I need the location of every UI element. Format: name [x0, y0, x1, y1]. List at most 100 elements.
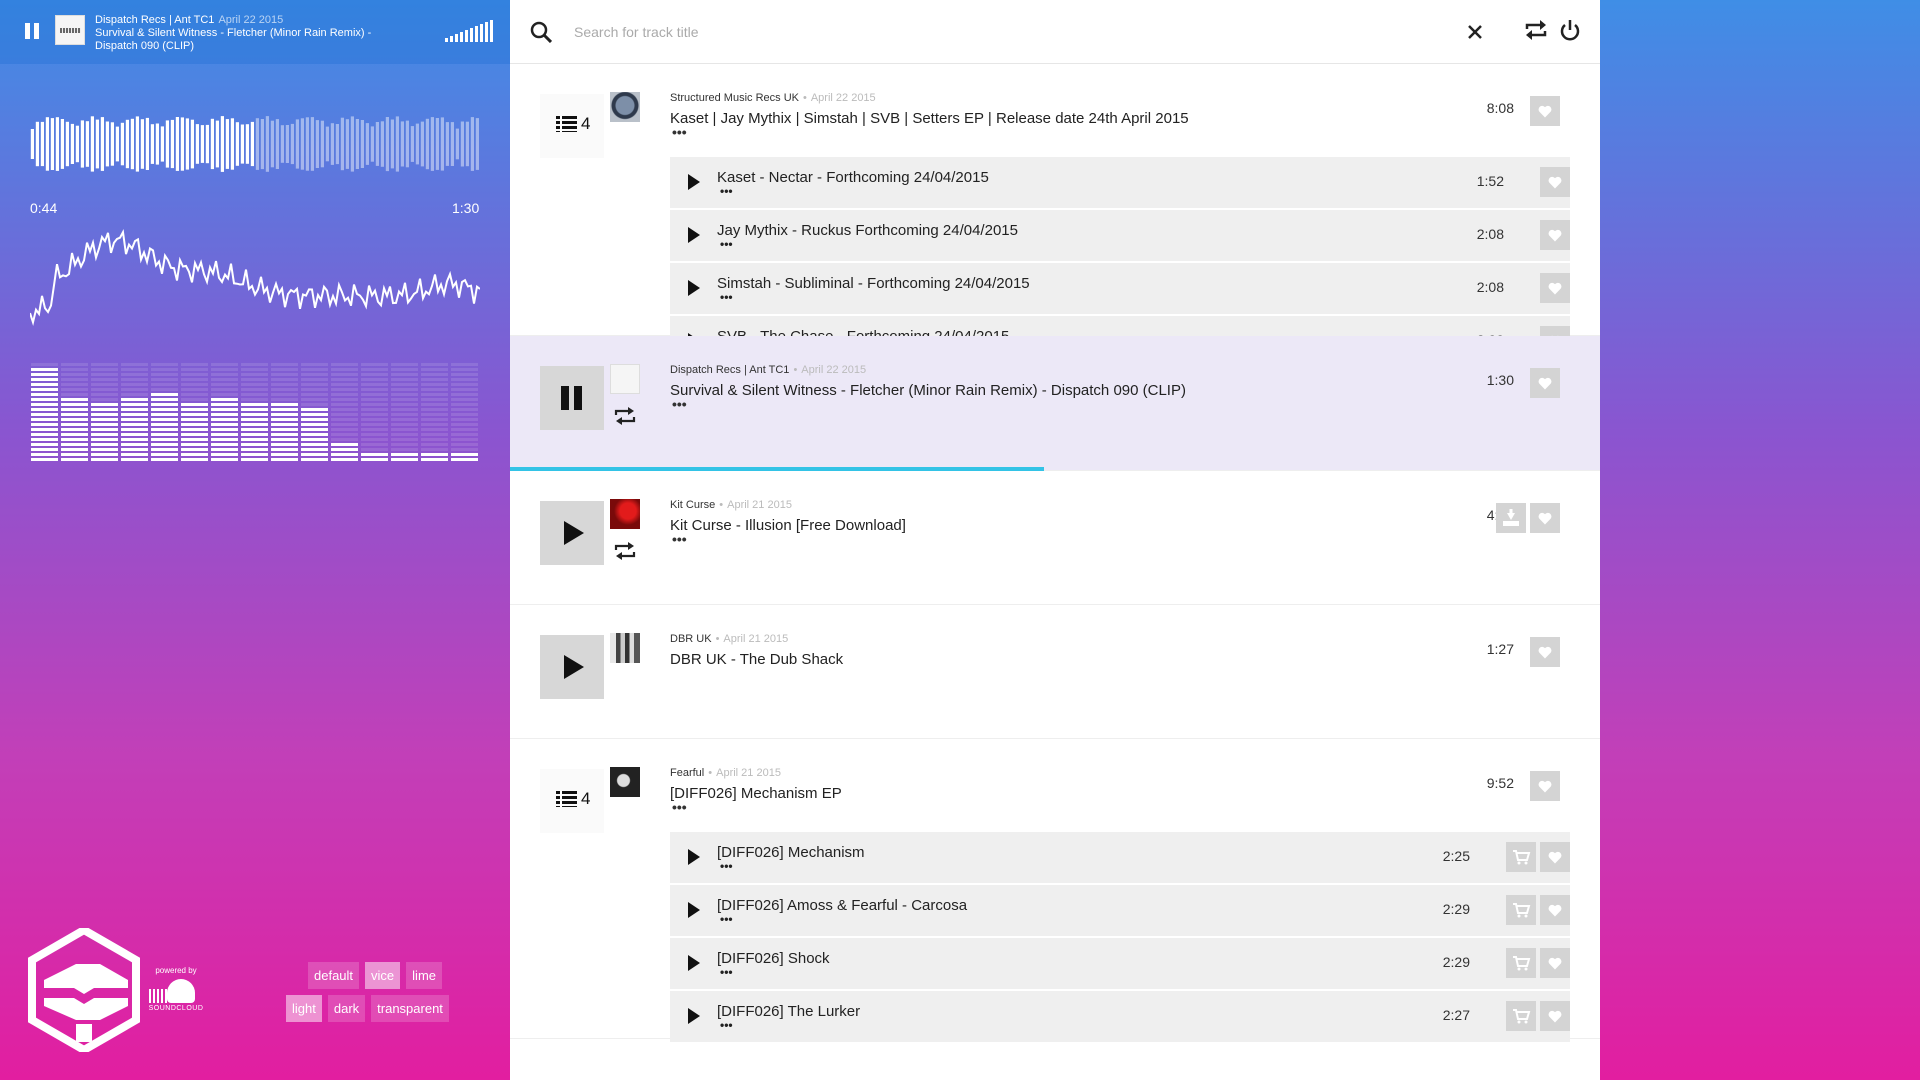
like-button[interactable] — [1540, 1001, 1570, 1031]
buy-button[interactable] — [1506, 1001, 1536, 1031]
playlist-track-row[interactable]: [DIFF026] The Lurker ••• 2:27 — [670, 991, 1570, 1042]
more-options-icon[interactable]: ••• — [720, 291, 733, 303]
playlist-track-row[interactable]: Jay Mythix - Ruckus Forthcoming 24/04/20… — [670, 210, 1570, 261]
artist-avatar[interactable] — [610, 767, 640, 797]
playlist-track-title[interactable]: [DIFF026] The Lurker — [717, 1003, 860, 1020]
equalizer-segment — [361, 408, 388, 411]
like-button[interactable] — [1530, 771, 1560, 801]
artist-name[interactable]: Fearful — [670, 767, 704, 779]
play-icon[interactable] — [688, 227, 700, 243]
close-icon[interactable] — [1465, 22, 1485, 42]
equalizer-segment — [421, 433, 448, 436]
track-title[interactable]: Survival & Silent Witness - Fletcher (Mi… — [670, 382, 1186, 399]
pause-icon[interactable] — [24, 23, 40, 39]
equalizer-segment — [331, 393, 358, 396]
playlist-track-row[interactable]: [DIFF026] Amoss & Fearful - Carcosa ••• 2:… — [670, 885, 1570, 936]
track-title[interactable]: Kit Curse - Illusion [Free Download] — [670, 517, 906, 534]
playlist-track-row[interactable]: [DIFF026] Mechanism ••• 2:25 — [670, 832, 1570, 883]
power-icon[interactable] — [1559, 19, 1581, 43]
track-title[interactable]: DBR UK - The Dub Shack — [670, 651, 843, 668]
playlist-track-title[interactable]: [DIFF026] Shock — [717, 950, 830, 967]
play-icon[interactable] — [688, 174, 700, 190]
meta-separator: • — [793, 364, 798, 376]
artist-name[interactable]: Dispatch Recs | Ant TC1 — [670, 364, 789, 376]
like-button[interactable] — [1530, 96, 1560, 126]
repeat-icon[interactable] — [613, 541, 637, 561]
buy-button[interactable] — [1506, 842, 1536, 872]
like-button[interactable] — [1540, 167, 1570, 197]
search-bar — [510, 0, 1600, 64]
theme-button-default[interactable]: default — [308, 962, 360, 989]
more-options-icon[interactable]: ••• — [720, 185, 733, 197]
repeat-icon[interactable] — [613, 406, 637, 426]
volume-icon[interactable] — [445, 20, 495, 42]
equalizer-segment — [301, 388, 328, 391]
more-options-icon[interactable]: ••• — [720, 913, 733, 925]
waveform-bar — [170, 119, 174, 169]
artist-name[interactable]: Structured Music Recs UK — [670, 92, 799, 104]
playlist-track-row[interactable]: Kaset - Nectar - Forthcoming 24/04/2015 •… — [670, 157, 1570, 208]
theme-button-vice[interactable]: vice — [365, 962, 401, 989]
play-icon[interactable] — [688, 280, 700, 296]
equalizer-segment — [181, 373, 208, 376]
more-options-icon[interactable]: ••• — [672, 125, 687, 139]
theme-button-dark[interactable]: dark — [327, 995, 366, 1022]
playlist-tile[interactable]: 4 — [540, 769, 604, 833]
play-icon[interactable] — [688, 1008, 700, 1024]
artist-avatar[interactable] — [610, 364, 640, 394]
playlist-track-title[interactable]: [DIFF026] Mechanism — [717, 844, 865, 861]
more-options-icon[interactable]: ••• — [720, 1019, 733, 1031]
more-options-icon[interactable]: ••• — [720, 238, 733, 250]
play-icon[interactable] — [688, 849, 700, 865]
like-button[interactable] — [1540, 895, 1570, 925]
theme-button-light[interactable]: light — [286, 995, 322, 1022]
like-button[interactable] — [1540, 948, 1570, 978]
pause-button[interactable] — [540, 366, 604, 430]
waveform-visualizer[interactable] — [30, 92, 480, 196]
like-button[interactable] — [1540, 273, 1570, 303]
theme-button-lime[interactable]: lime — [406, 962, 443, 989]
track-meta: Fearful • April 21 2015 — [670, 767, 781, 779]
more-options-icon[interactable]: ••• — [672, 397, 687, 411]
search-input[interactable] — [574, 18, 1374, 46]
search-icon[interactable] — [530, 21, 552, 43]
like-button[interactable] — [1530, 503, 1560, 533]
play-button[interactable] — [540, 635, 604, 699]
artist-name[interactable]: Kit Curse — [670, 499, 715, 511]
more-options-icon[interactable]: ••• — [672, 800, 687, 814]
equalizer-segment — [121, 428, 148, 431]
like-button[interactable] — [1540, 220, 1570, 250]
more-options-icon[interactable]: ••• — [672, 532, 687, 546]
playlist-track-title[interactable]: Simstah - Subliminal - Forthcoming 24/04… — [717, 275, 1030, 292]
like-button[interactable] — [1540, 842, 1570, 872]
equalizer-segment — [31, 363, 58, 366]
repeat-icon[interactable] — [1524, 19, 1548, 41]
artist-avatar[interactable] — [610, 92, 640, 122]
more-options-icon[interactable]: ••• — [720, 860, 733, 872]
like-button[interactable] — [1530, 368, 1560, 398]
playlist-track-row[interactable]: [DIFF026] Shock ••• 2:29 — [670, 938, 1570, 989]
more-options-icon[interactable]: ••• — [720, 966, 733, 978]
playlist-track-row[interactable]: Simstah - Subliminal - Forthcoming 24/04… — [670, 263, 1570, 314]
artist-avatar[interactable] — [610, 499, 640, 529]
play-icon[interactable] — [688, 902, 700, 918]
play-icon[interactable] — [688, 955, 700, 971]
download-button[interactable] — [1496, 503, 1526, 533]
track-title[interactable]: Kaset | Jay Mythix | Simstah | SVB | Set… — [670, 110, 1189, 127]
theme-button-transparent[interactable]: transparent — [371, 995, 449, 1022]
playlist-tile[interactable]: 4 — [540, 94, 604, 158]
buy-button[interactable] — [1506, 948, 1536, 978]
playlist-track-title[interactable]: [DIFF026] Amoss & Fearful - Carcosa — [717, 897, 967, 914]
track-title[interactable]: [DIFF026] Mechanism EP — [670, 785, 842, 802]
artist-avatar[interactable] — [610, 633, 640, 663]
waveform-bar — [240, 124, 244, 164]
equalizer-segment — [241, 428, 268, 431]
powered-by-soundcloud[interactable]: powered by SOUNDCLOUD — [148, 966, 204, 1012]
like-button[interactable] — [1530, 637, 1560, 667]
playlist-track-title[interactable]: Jay Mythix - Ruckus Forthcoming 24/04/20… — [717, 222, 1018, 239]
playlist-track-title[interactable]: Kaset - Nectar - Forthcoming 24/04/2015 — [717, 169, 989, 186]
artist-name[interactable]: DBR UK — [670, 633, 712, 645]
equalizer-segment — [301, 398, 328, 401]
buy-button[interactable] — [1506, 895, 1536, 925]
play-button[interactable] — [540, 501, 604, 565]
